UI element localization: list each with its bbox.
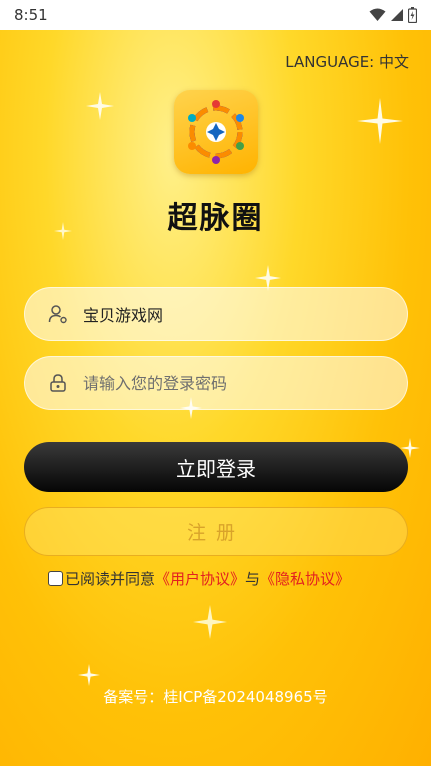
wifi-icon [369,8,386,22]
sparkle-icon [193,605,227,639]
signal-icon [390,8,404,22]
user-agreement-link[interactable]: 《用户协议》 [155,568,245,589]
username-field[interactable] [24,287,408,341]
password-field[interactable] [24,356,408,410]
user-icon [47,303,69,325]
login-button[interactable]: 立即登录 [24,442,408,492]
agreement-checkbox[interactable] [48,571,63,586]
privacy-agreement-link[interactable]: 《隐私协议》 [260,568,350,589]
password-input[interactable] [81,372,407,394]
sparkle-icon [357,98,403,144]
sparkle-icon [78,664,100,686]
username-input[interactable] [81,303,407,325]
battery-icon [408,7,417,23]
language-switch[interactable]: LANGUAGE: 中文 [285,51,409,72]
sparkle-icon [86,92,114,120]
agreement-row: 已阅读并同意 《用户协议》 与 《隐私协议》 [48,568,350,589]
lock-icon [47,372,69,394]
app-title: 超脉圈 [167,201,264,236]
status-bar: 8:51 [0,0,431,30]
agreement-prefix: 已阅读并同意 [65,570,156,588]
icp-record: 备案号：桂ICP备2024048965号 [103,688,328,706]
agreement-conjunction: 与 [245,570,261,588]
app-logo-icon [174,90,258,174]
status-icons [369,7,417,23]
register-button[interactable]: 注册 [24,507,408,556]
status-time: 8:51 [14,6,48,24]
